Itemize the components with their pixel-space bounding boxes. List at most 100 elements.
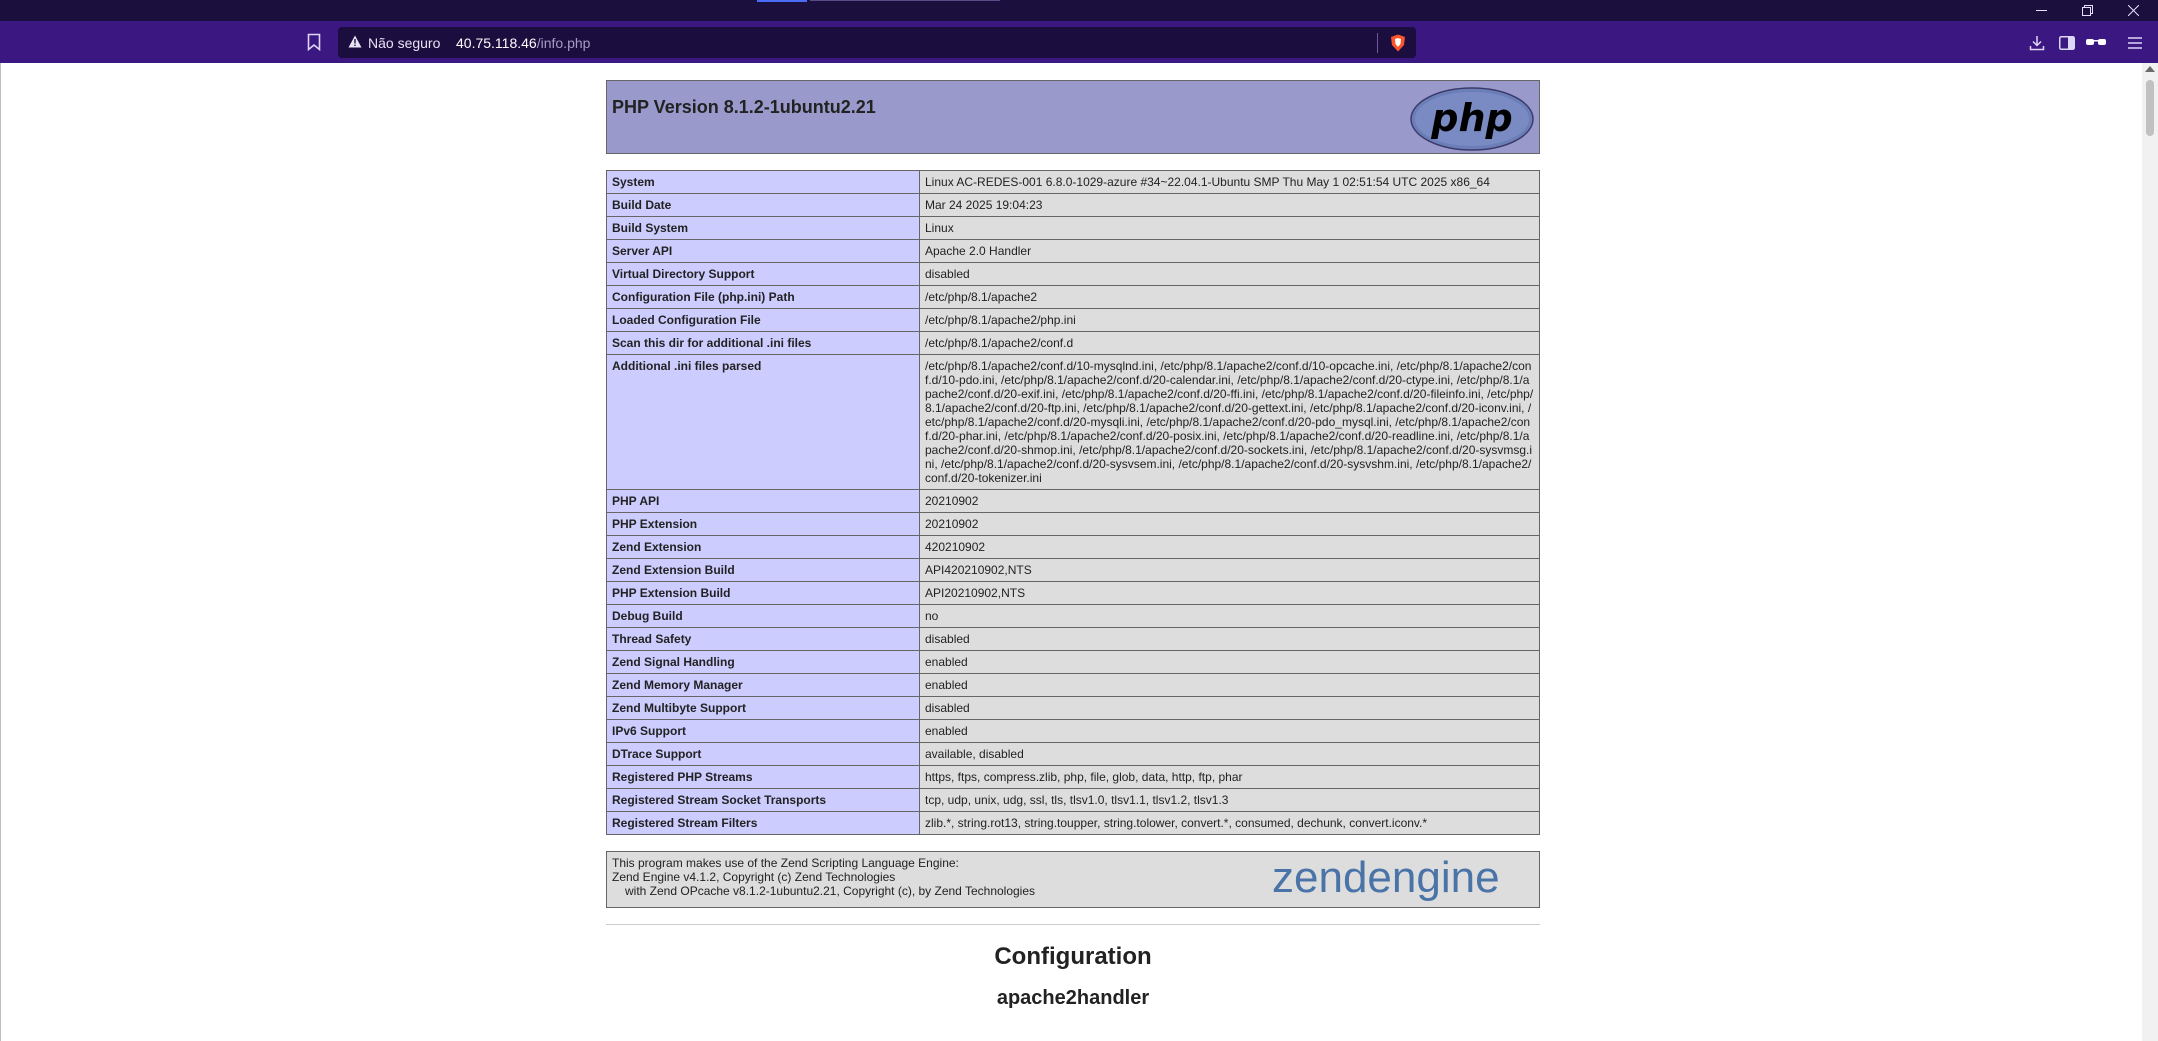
table-row: Build Date Mar 24 2025 19:04:23 (606, 193, 1540, 217)
table-row: Configuration File (php.ini) Path/etc/ph… (606, 285, 1540, 309)
row-label: Zend Extension (606, 535, 920, 559)
row-value: /etc/php/8.1/apache2/conf.d/10-mysqlnd.i… (919, 354, 1540, 490)
php-logo-text: php (1430, 96, 1512, 140)
download-icon[interactable] (2026, 32, 2048, 54)
menu-icon[interactable] (2124, 32, 2146, 54)
row-value: 420210902 (919, 535, 1540, 559)
active-tab-indicator[interactable] (757, 0, 807, 2)
zend-engine-logo-icon[interactable]: zendengine (1272, 854, 1534, 904)
row-label: Registered PHP Streams (606, 765, 920, 789)
page-title: PHP Version 8.1.2-1ubuntu2.21 (612, 97, 876, 117)
php-logo-icon[interactable]: php (1410, 87, 1534, 151)
table-row: PHP Extension Build API20210902,NTS (606, 581, 1540, 605)
table-row: Virtual Directory Support disabled (606, 262, 1540, 286)
svg-text:zendengine: zendengine (1272, 854, 1500, 902)
row-value: /etc/php/8.1/apache2/conf.d (919, 331, 1540, 355)
close-icon[interactable] (2110, 0, 2156, 21)
security-label: Não seguro (368, 35, 441, 51)
tab-strip[interactable] (810, 0, 1000, 1)
info-table: System Linux AC-REDES-001 6.8.0-1029-azur… (606, 170, 1540, 835)
table-row: IPv6 Support enabled (606, 719, 1540, 743)
row-value: disabled (919, 627, 1540, 651)
table-row: DTrace Support available, disabled (606, 742, 1540, 766)
vertical-scrollbar[interactable] (2142, 63, 2158, 1041)
bookmark-icon[interactable] (303, 31, 325, 53)
row-value: enabled (919, 719, 1540, 743)
table-row: Scan this dir for additional .ini files /… (606, 331, 1540, 355)
table-row: Registered Stream Filters zlib.*, string.… (606, 811, 1540, 835)
scrollbar-thumb[interactable] (2146, 80, 2154, 136)
row-label: Virtual Directory Support (606, 262, 920, 286)
scroll-up-arrow-icon[interactable] (2145, 66, 2155, 72)
table-row: Loaded Configuration File/etc/php/8.1/ap… (606, 308, 1540, 332)
row-value: tcp, udp, unix, udg, ssl, tls, tlsv1.0, … (919, 788, 1540, 812)
row-value: https, ftps, compress.zlib, php, file, g… (919, 765, 1540, 789)
zend-line-2: Zend Engine v4.1.2, Copyright (c) Zend T… (612, 870, 896, 884)
private-glasses-icon[interactable] (2085, 32, 2107, 54)
row-label: IPv6 Support (606, 719, 920, 743)
url-host: 40.75.118.46 (456, 35, 537, 51)
sidebar-icon[interactable] (2056, 32, 2078, 54)
row-value: enabled (919, 650, 1540, 674)
window-titlebar (0, 0, 2158, 21)
table-row: Registered Stream Socket Transports tcp, … (606, 788, 1540, 812)
zend-line-1: This program makes use of the Zend Scrip… (612, 856, 959, 870)
row-value: zlib.*, string.rot13, string.toupper, st… (919, 811, 1540, 835)
row-value: Mar 24 2025 19:04:23 (919, 193, 1540, 217)
row-value: no (919, 604, 1540, 628)
minimize-icon[interactable] (2018, 0, 2064, 21)
table-row: Additional .ini files parsed/etc/php/8.1… (606, 354, 1540, 490)
row-value: Apache 2.0 Handler (919, 239, 1540, 263)
row-value: 20210902 (919, 489, 1540, 513)
row-label: Zend Multibyte Support (606, 696, 920, 720)
row-label: Build System (606, 216, 920, 240)
brave-shield-icon[interactable] (1388, 32, 1408, 54)
row-value: API20210902,NTS (919, 581, 1540, 605)
table-row: Thread Safety disabled (606, 627, 1540, 651)
row-label: Additional .ini files parsed (606, 354, 920, 490)
row-label: Build Date (606, 193, 920, 217)
zend-credits: This program makes use of the Zend Scrip… (612, 856, 1035, 898)
table-row: Debug Build no (606, 604, 1540, 628)
table-row: PHP API 20210902 (606, 489, 1540, 513)
zend-engine-box: This program makes use of the Zend Scrip… (606, 851, 1540, 908)
table-row: Build System Linux (606, 216, 1540, 240)
row-value: available, disabled (919, 742, 1540, 766)
row-label: Debug Build (606, 604, 920, 628)
row-label: Scan this dir for additional .ini files (606, 331, 920, 355)
row-label: PHP API (606, 489, 920, 513)
row-label: Loaded Configuration File (606, 308, 920, 332)
section-heading-configuration: Configuration (994, 943, 1152, 970)
row-value: Linux (919, 216, 1540, 240)
phpinfo-container: PHP Version 8.1.2-1ubuntu2.21 php System… (606, 80, 1540, 1010)
table-row: System Linux AC-REDES-001 6.8.0-1029-azur… (606, 170, 1540, 194)
row-value: /etc/php/8.1/apache2/php.ini (919, 308, 1540, 332)
table-row: PHP Extension 20210902 (606, 512, 1540, 536)
row-value: disabled (919, 696, 1540, 720)
row-label: PHP Extension Build (606, 581, 920, 605)
row-value: disabled (919, 262, 1540, 286)
row-label: Server API (606, 239, 920, 263)
security-indicator[interactable]: Não seguro (348, 34, 440, 52)
row-label: System (606, 170, 920, 194)
zend-logo-word-2: engine (1367, 854, 1499, 902)
zend-logo-word-1: zend (1272, 854, 1367, 902)
module-heading-apache2handler[interactable]: apache2handler (606, 987, 1540, 1010)
table-row: Registered PHP Streams https, ftps, compr… (606, 765, 1540, 789)
row-label: Zend Signal Handling (606, 650, 920, 674)
row-label: Configuration File (php.ini) Path (606, 285, 920, 309)
row-value: 20210902 (919, 512, 1540, 536)
zend-line-3: with Zend OPcache v8.1.2-1ubuntu2.21, Co… (625, 884, 1036, 898)
table-row: Server API Apache 2.0 Handler (606, 239, 1540, 263)
row-value: enabled (919, 673, 1540, 697)
table-row: Zend Extension Build API420210902,NTS (606, 558, 1540, 582)
row-label: PHP Extension (606, 512, 920, 536)
url-separator (1377, 33, 1378, 53)
url-path: /info.php (536, 35, 591, 51)
restore-icon[interactable] (2064, 0, 2110, 21)
row-value: Linux AC-REDES-001 6.8.0-1029-azure #34~… (919, 170, 1540, 194)
row-label: Registered Stream Socket Transports (606, 788, 920, 812)
row-value: API420210902,NTS (919, 558, 1540, 582)
url-text[interactable]: 40.75.118.46/info.php (456, 34, 590, 52)
row-label: Zend Extension Build (606, 558, 920, 582)
